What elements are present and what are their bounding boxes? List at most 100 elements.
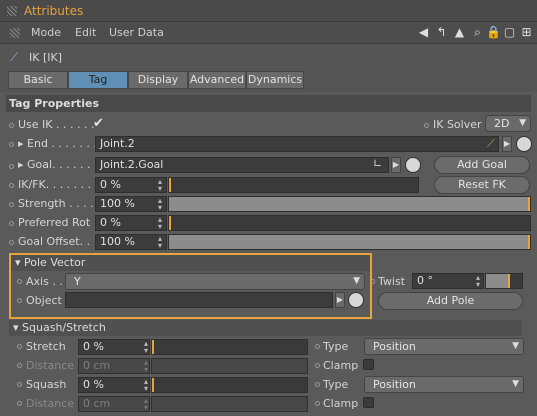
- slider-handle[interactable]: [508, 274, 510, 288]
- squash-stretch-header[interactable]: ▾ Squash/Stretch: [9, 320, 522, 336]
- add-pole-button[interactable]: Add Pole: [378, 292, 523, 310]
- slider-fill: [486, 274, 508, 288]
- keyframe-dot[interactable]: [17, 363, 22, 368]
- preferred-rot-label: Preferred Rot: [18, 216, 91, 229]
- menu-mode[interactable]: Mode: [31, 26, 61, 39]
- object-name: IK [IK]: [29, 51, 62, 64]
- search-icon[interactable]: ⌕: [470, 25, 485, 40]
- slider-handle[interactable]: [152, 340, 154, 354]
- ik-tag-icon: ⟋: [10, 50, 19, 64]
- end-picker-icon[interactable]: [516, 136, 532, 152]
- goal-link-field[interactable]: Joint.2.Goal: [95, 157, 389, 173]
- keyframe-dot[interactable]: [17, 382, 22, 387]
- distance-label: Distance: [26, 359, 75, 372]
- stretch-field[interactable]: 0 %: [78, 339, 150, 355]
- goal-label-text: Goal. . . . . . .: [27, 158, 98, 171]
- goal-offset-label: Goal Offset. .: [18, 235, 91, 248]
- distance-spinner-icon[interactable]: ▴ ▾: [142, 397, 150, 412]
- tag-properties-header: Tag Properties: [6, 95, 531, 112]
- back-arrow-icon[interactable]: ◀: [416, 25, 431, 40]
- keyframe-dot[interactable]: [17, 344, 22, 349]
- tab-tag[interactable]: Tag: [68, 71, 128, 89]
- tab-basic[interactable]: Basic: [8, 71, 68, 89]
- squash-spinner-icon[interactable]: ▴ ▾: [142, 378, 150, 393]
- strength-spinner-icon[interactable]: ▴ ▾: [156, 197, 164, 212]
- end-link-field[interactable]: Joint.2: [95, 136, 499, 152]
- goal-offset-slider[interactable]: [168, 234, 531, 250]
- chevron-down-icon: ▼: [512, 341, 519, 351]
- slider-handle[interactable]: [169, 216, 171, 230]
- end-label-text: End . . . . . . .: [27, 137, 97, 150]
- lock-icon[interactable]: 🔒: [486, 25, 501, 40]
- keyframe-dot[interactable]: [315, 363, 320, 368]
- add-panel-icon[interactable]: ⊞: [519, 25, 534, 40]
- squash-distance-slider[interactable]: [151, 396, 308, 412]
- twist-slider[interactable]: [485, 273, 523, 289]
- menu-user-data[interactable]: User Data: [109, 26, 164, 39]
- tab-display[interactable]: Display: [128, 71, 188, 89]
- menu-grip-icon[interactable]: [10, 28, 20, 38]
- squash-type-select[interactable]: Position ▼: [364, 376, 524, 393]
- keyframe-dot[interactable]: [17, 401, 22, 406]
- stretch-spinner-icon[interactable]: ▴ ▾: [142, 340, 150, 355]
- keyframe-dot[interactable]: [9, 240, 14, 245]
- menu-edit[interactable]: Edit: [75, 26, 96, 39]
- panel-grip-icon[interactable]: [7, 6, 17, 16]
- preferred-rot-slider[interactable]: [168, 215, 531, 231]
- reset-fk-button[interactable]: Reset FK: [434, 176, 530, 194]
- pole-vector-highlight: [9, 253, 372, 319]
- keyframe-dot[interactable]: [315, 344, 320, 349]
- slider-handle[interactable]: [528, 235, 530, 249]
- object-row: [0, 44, 537, 68]
- slider-handle[interactable]: [169, 178, 171, 192]
- strength-label: Strength . . . .: [18, 197, 94, 210]
- preferred-rot-spinner-icon[interactable]: ▴ ▾: [156, 216, 164, 231]
- keyframe-dot[interactable]: [9, 183, 14, 188]
- stretch-type-value: Position: [373, 340, 416, 353]
- stretch-distance-slider[interactable]: [151, 358, 308, 374]
- twist-spinner-icon[interactable]: ▴ ▾: [474, 274, 482, 289]
- use-ik-label: Use IK . . . . . .: [18, 118, 95, 131]
- tab-advanced[interactable]: Advanced: [188, 71, 246, 89]
- use-ik-check-icon[interactable]: ✔: [93, 116, 104, 131]
- stretch-distance-field[interactable]: 0 cm: [78, 358, 150, 374]
- tab-dynamics[interactable]: Dynamics: [246, 71, 304, 89]
- squash-field[interactable]: 0 %: [78, 377, 150, 393]
- add-goal-button[interactable]: Add Goal: [434, 156, 530, 174]
- clamp-label: Clamp: [323, 359, 359, 372]
- squash-slider[interactable]: [151, 377, 308, 393]
- new-panel-icon[interactable]: ▢: [502, 25, 517, 40]
- keyframe-dot[interactable]: [9, 202, 14, 207]
- slider-handle[interactable]: [528, 197, 530, 211]
- keyframe-dot[interactable]: [9, 164, 14, 169]
- ikfk-slider[interactable]: [168, 177, 419, 193]
- distance-spinner-icon[interactable]: ▴ ▾: [142, 359, 150, 374]
- goal-picker-icon[interactable]: [405, 157, 421, 173]
- goal-menu-arrow-icon[interactable]: ▶: [391, 157, 401, 173]
- keyframe-dot[interactable]: [315, 401, 320, 406]
- distance-label: Distance: [26, 397, 75, 410]
- up-arrow-icon[interactable]: ▲: [452, 25, 467, 40]
- stretch-clamp-checkbox[interactable]: [363, 359, 374, 370]
- stretch-slider[interactable]: [151, 339, 308, 355]
- keyframe-dot[interactable]: [315, 382, 320, 387]
- keyframe-dot[interactable]: [9, 123, 14, 128]
- history-arrow-icon[interactable]: ↰: [434, 25, 449, 40]
- slider-fill: [169, 235, 530, 249]
- keyframe-dot[interactable]: [424, 123, 429, 128]
- keyframe-dot[interactable]: [9, 221, 14, 226]
- squash-clamp-checkbox[interactable]: [363, 397, 374, 408]
- strength-slider[interactable]: [168, 196, 531, 212]
- window-title: Attributes: [24, 4, 84, 18]
- keyframe-dot[interactable]: [9, 142, 14, 147]
- ikfk-spinner-icon[interactable]: ▴ ▾: [156, 178, 164, 193]
- goal-offset-spinner-icon[interactable]: ▴ ▾: [156, 235, 164, 250]
- slider-fill: [169, 197, 530, 211]
- ik-solver-label: IK Solver: [433, 118, 482, 131]
- squash-distance-field[interactable]: 0 cm: [78, 396, 150, 412]
- ik-solver-select[interactable]: 2D ▼: [485, 115, 531, 132]
- slider-handle[interactable]: [152, 378, 154, 392]
- end-menu-arrow-icon[interactable]: ▶: [502, 136, 512, 152]
- chevron-down-icon: ▼: [519, 118, 526, 128]
- stretch-type-select[interactable]: Position ▼: [364, 338, 524, 355]
